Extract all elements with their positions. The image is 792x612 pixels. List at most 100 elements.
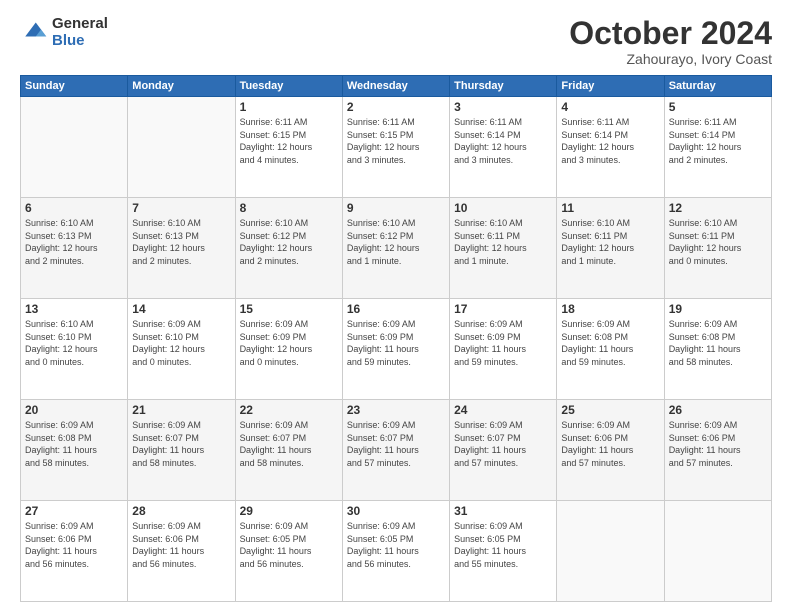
day-number: 25 [561, 403, 659, 417]
calendar-cell: 7 Sunrise: 6:10 AM Sunset: 6:13 PM Daylig… [128, 198, 235, 299]
calendar-cell: 31 Sunrise: 6:09 AM Sunset: 6:05 PM Dayli… [450, 501, 557, 602]
calendar-cell [664, 501, 771, 602]
calendar-cell [128, 97, 235, 198]
day-number: 14 [132, 302, 230, 316]
calendar-cell: 15 Sunrise: 6:09 AM Sunset: 6:09 PM Dayli… [235, 299, 342, 400]
weekday-header-wednesday: Wednesday [342, 76, 449, 97]
day-number: 27 [25, 504, 123, 518]
day-info: Sunrise: 6:10 AM Sunset: 6:12 PM Dayligh… [347, 217, 445, 267]
weekday-header-saturday: Saturday [664, 76, 771, 97]
day-number: 16 [347, 302, 445, 316]
day-number: 11 [561, 201, 659, 215]
day-info: Sunrise: 6:10 AM Sunset: 6:12 PM Dayligh… [240, 217, 338, 267]
day-info: Sunrise: 6:09 AM Sunset: 6:05 PM Dayligh… [240, 520, 338, 570]
calendar-cell: 22 Sunrise: 6:09 AM Sunset: 6:07 PM Dayli… [235, 400, 342, 501]
calendar-week-row: 27 Sunrise: 6:09 AM Sunset: 6:06 PM Dayli… [21, 501, 772, 602]
day-number: 31 [454, 504, 552, 518]
calendar-cell: 6Sunrise: 6:10 AM Sunset: 6:13 PM Daylig… [21, 198, 128, 299]
day-info: Sunrise: 6:10 AM Sunset: 6:10 PM Dayligh… [25, 318, 123, 368]
day-number: 28 [132, 504, 230, 518]
calendar-cell: 16 Sunrise: 6:09 AM Sunset: 6:09 PM Dayli… [342, 299, 449, 400]
calendar-cell: 5 Sunrise: 6:11 AM Sunset: 6:14 PM Daylig… [664, 97, 771, 198]
day-number: 7 [132, 201, 230, 215]
calendar-cell: 18Sunrise: 6:09 AM Sunset: 6:08 PM Dayli… [557, 299, 664, 400]
day-number: 5 [669, 100, 767, 114]
calendar-cell: 10 Sunrise: 6:10 AM Sunset: 6:11 PM Dayli… [450, 198, 557, 299]
header: General Blue October 2024 Zahourayo, Ivo… [20, 16, 772, 67]
calendar-week-row: 1 Sunrise: 6:11 AM Sunset: 6:15 PM Daylig… [21, 97, 772, 198]
day-info: Sunrise: 6:11 AM Sunset: 6:14 PM Dayligh… [669, 116, 767, 166]
day-number: 22 [240, 403, 338, 417]
day-info: Sunrise: 6:09 AM Sunset: 6:05 PM Dayligh… [454, 520, 552, 570]
calendar-table: SundayMondayTuesdayWednesdayThursdayFrid… [20, 75, 772, 602]
logo-text: General Blue [52, 16, 108, 49]
calendar-cell: 25Sunrise: 6:09 AM Sunset: 6:06 PM Dayli… [557, 400, 664, 501]
day-info: Sunrise: 6:09 AM Sunset: 6:10 PM Dayligh… [132, 318, 230, 368]
day-info: Sunrise: 6:11 AM Sunset: 6:15 PM Dayligh… [347, 116, 445, 166]
day-info: Sunrise: 6:10 AM Sunset: 6:13 PM Dayligh… [132, 217, 230, 267]
day-number: 17 [454, 302, 552, 316]
calendar-cell: 30Sunrise: 6:09 AM Sunset: 6:05 PM Dayli… [342, 501, 449, 602]
day-info: Sunrise: 6:10 AM Sunset: 6:11 PM Dayligh… [454, 217, 552, 267]
day-number: 29 [240, 504, 338, 518]
day-info: Sunrise: 6:10 AM Sunset: 6:13 PM Dayligh… [25, 217, 123, 267]
calendar-cell: 9 Sunrise: 6:10 AM Sunset: 6:12 PM Daylig… [342, 198, 449, 299]
day-info: Sunrise: 6:10 AM Sunset: 6:11 PM Dayligh… [669, 217, 767, 267]
weekday-header-row: SundayMondayTuesdayWednesdayThursdayFrid… [21, 76, 772, 97]
calendar-cell: 14 Sunrise: 6:09 AM Sunset: 6:10 PM Dayli… [128, 299, 235, 400]
day-info: Sunrise: 6:09 AM Sunset: 6:07 PM Dayligh… [132, 419, 230, 469]
weekday-header-tuesday: Tuesday [235, 76, 342, 97]
day-number: 18 [561, 302, 659, 316]
logo: General Blue [20, 16, 108, 49]
day-info: Sunrise: 6:09 AM Sunset: 6:06 PM Dayligh… [25, 520, 123, 570]
calendar-cell: 21 Sunrise: 6:09 AM Sunset: 6:07 PM Dayli… [128, 400, 235, 501]
calendar-cell: 27 Sunrise: 6:09 AM Sunset: 6:06 PM Dayli… [21, 501, 128, 602]
calendar-cell: 29 Sunrise: 6:09 AM Sunset: 6:05 PM Dayli… [235, 501, 342, 602]
day-number: 15 [240, 302, 338, 316]
day-info: Sunrise: 6:09 AM Sunset: 6:07 PM Dayligh… [240, 419, 338, 469]
day-number: 24 [454, 403, 552, 417]
day-info: Sunrise: 6:11 AM Sunset: 6:15 PM Dayligh… [240, 116, 338, 166]
logo-general: General [52, 16, 108, 33]
calendar-cell: 17 Sunrise: 6:09 AM Sunset: 6:09 PM Dayli… [450, 299, 557, 400]
location-subtitle: Zahourayo, Ivory Coast [569, 51, 772, 67]
day-info: Sunrise: 6:09 AM Sunset: 6:09 PM Dayligh… [240, 318, 338, 368]
day-info: Sunrise: 6:09 AM Sunset: 6:09 PM Dayligh… [347, 318, 445, 368]
calendar-week-row: 13 Sunrise: 6:10 AM Sunset: 6:10 PM Dayli… [21, 299, 772, 400]
day-number: 30 [347, 504, 445, 518]
calendar-cell [21, 97, 128, 198]
day-info: Sunrise: 6:09 AM Sunset: 6:07 PM Dayligh… [347, 419, 445, 469]
day-info: Sunrise: 6:09 AM Sunset: 6:07 PM Dayligh… [454, 419, 552, 469]
calendar-cell: 20Sunrise: 6:09 AM Sunset: 6:08 PM Dayli… [21, 400, 128, 501]
calendar-cell: 11Sunrise: 6:10 AM Sunset: 6:11 PM Dayli… [557, 198, 664, 299]
day-number: 12 [669, 201, 767, 215]
day-number: 19 [669, 302, 767, 316]
day-info: Sunrise: 6:09 AM Sunset: 6:08 PM Dayligh… [25, 419, 123, 469]
weekday-header-thursday: Thursday [450, 76, 557, 97]
day-info: Sunrise: 6:09 AM Sunset: 6:08 PM Dayligh… [669, 318, 767, 368]
day-number: 2 [347, 100, 445, 114]
day-number: 13 [25, 302, 123, 316]
calendar-cell: 23 Sunrise: 6:09 AM Sunset: 6:07 PM Dayli… [342, 400, 449, 501]
day-number: 3 [454, 100, 552, 114]
day-number: 8 [240, 201, 338, 215]
calendar-cell: 28Sunrise: 6:09 AM Sunset: 6:06 PM Dayli… [128, 501, 235, 602]
month-title: October 2024 [569, 16, 772, 51]
day-info: Sunrise: 6:09 AM Sunset: 6:09 PM Dayligh… [454, 318, 552, 368]
day-number: 9 [347, 201, 445, 215]
day-info: Sunrise: 6:09 AM Sunset: 6:06 PM Dayligh… [669, 419, 767, 469]
day-number: 4 [561, 100, 659, 114]
day-info: Sunrise: 6:11 AM Sunset: 6:14 PM Dayligh… [561, 116, 659, 166]
day-number: 23 [347, 403, 445, 417]
day-info: Sunrise: 6:11 AM Sunset: 6:14 PM Dayligh… [454, 116, 552, 166]
calendar-week-row: 6Sunrise: 6:10 AM Sunset: 6:13 PM Daylig… [21, 198, 772, 299]
day-number: 1 [240, 100, 338, 114]
day-number: 10 [454, 201, 552, 215]
logo-blue: Blue [52, 33, 108, 50]
day-number: 26 [669, 403, 767, 417]
calendar-cell: 8 Sunrise: 6:10 AM Sunset: 6:12 PM Daylig… [235, 198, 342, 299]
calendar-cell: 4 Sunrise: 6:11 AM Sunset: 6:14 PM Daylig… [557, 97, 664, 198]
calendar-cell: 2 Sunrise: 6:11 AM Sunset: 6:15 PM Daylig… [342, 97, 449, 198]
calendar-cell: 24 Sunrise: 6:09 AM Sunset: 6:07 PM Dayli… [450, 400, 557, 501]
day-number: 21 [132, 403, 230, 417]
